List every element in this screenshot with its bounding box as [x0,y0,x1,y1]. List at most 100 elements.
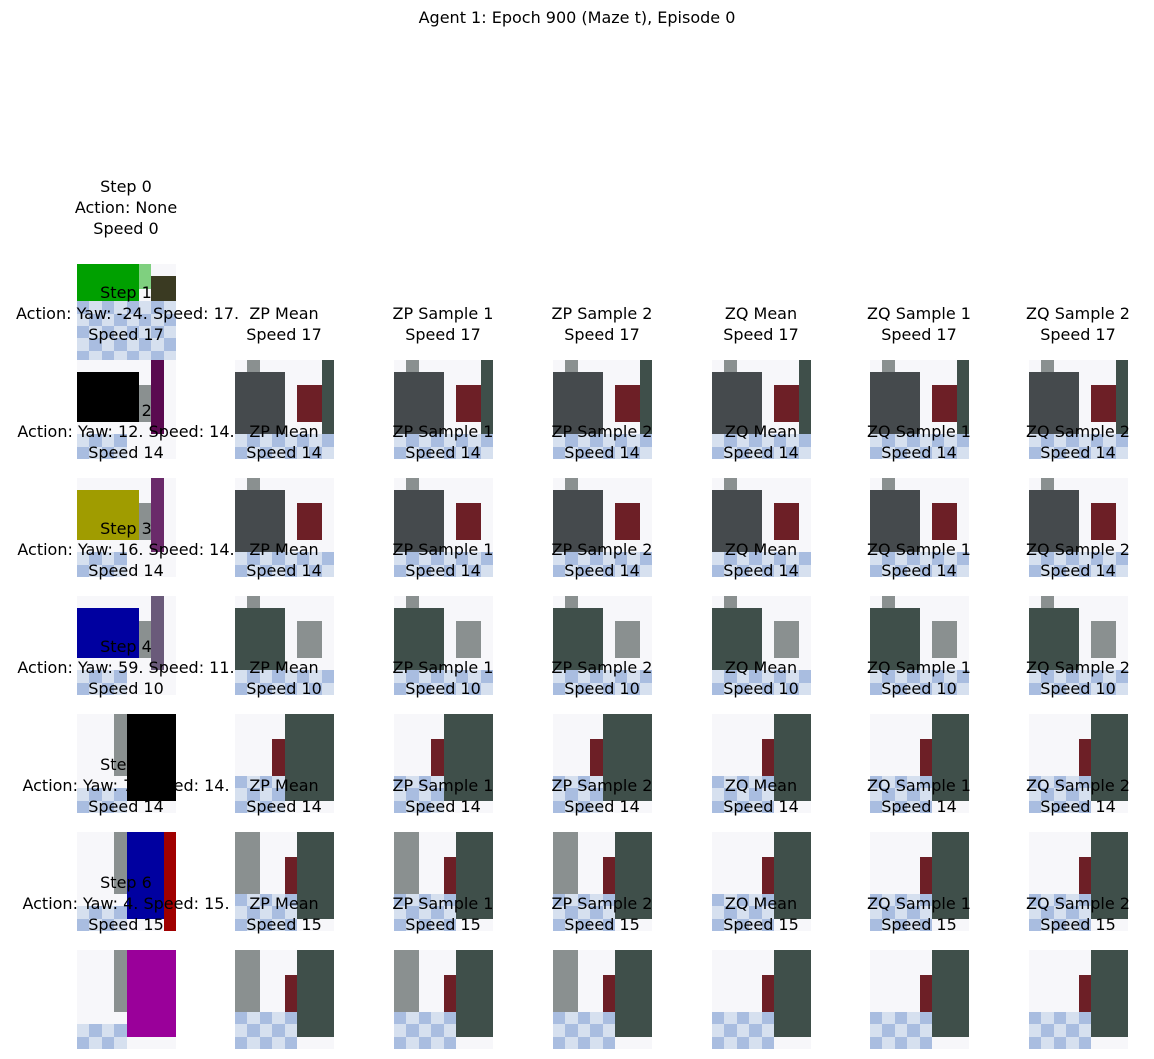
column-title: ZP Mean Speed 17 [204,303,364,345]
column-title: ZQ Sample 2 Speed 17 [998,303,1154,345]
column-title-speed: Speed 14 [1040,443,1116,462]
column-title-label: ZP Sample 1 [392,658,494,677]
column-title: ZQ Sample 2 Speed 14 [998,539,1154,581]
column-title-speed: Speed 17 [1040,325,1116,344]
reconstruction-tile [394,950,493,1049]
step-title-speed: Speed 15 [88,915,164,934]
column-title-speed: Speed 14 [723,561,799,580]
step-title-action: Action: Yaw: 12. Speed: 14. [17,422,235,441]
step-title-action: Action: Yaw: 59. Speed: 11. [17,658,235,677]
column-title-speed: Speed 17 [564,325,640,344]
reconstruction-tile [1029,950,1128,1049]
column-title-speed: Speed 10 [405,679,481,698]
step-title: Step 6 Action: Yaw: 4. Speed: 15. Speed 15 [16,873,236,935]
column-title: ZP Sample 2 Speed 14 [522,775,682,817]
column-title-speed: Speed 10 [1040,679,1116,698]
column-title-label: ZQ Mean [724,540,798,559]
column-title-label: ZP Sample 2 [551,658,653,677]
column-title: ZP Sample 1 Speed 14 [363,775,523,817]
column-title-label: ZQ Sample 1 [867,658,971,677]
column-title-speed: Speed 14 [405,443,481,462]
step-title-action: Action: Yaw: -24. Speed: 17. [16,304,240,323]
column-title: ZP Sample 1 Speed 10 [363,657,523,699]
column-title-label: ZP Mean [249,776,319,795]
column-title: ZQ Mean Speed 14 [681,421,841,463]
column-title-label: ZQ Sample 1 [867,894,971,913]
column-title: ZQ Sample 1 Speed 10 [839,657,999,699]
column-title-label: ZQ Sample 1 [867,422,971,441]
column-title-label: ZP Mean [249,304,319,323]
column-title-speed: Speed 14 [564,443,640,462]
step-title-action: Action: Yaw: 4. Speed: 15. [22,894,230,913]
column-title: ZP Mean Speed 14 [204,539,364,581]
column-title-label: ZP Sample 1 [392,304,494,323]
column-title: ZP Sample 2 Speed 14 [522,539,682,581]
column-title-speed: Speed 14 [564,797,640,816]
column-title: ZQ Mean Speed 14 [681,539,841,581]
step-title-speed: Speed 14 [88,443,164,462]
column-title: ZQ Sample 2 Speed 10 [998,657,1154,699]
column-title: ZQ Sample 2 Speed 14 [998,775,1154,817]
column-title: ZP Sample 1 Speed 14 [363,539,523,581]
column-title-label: ZP Mean [249,658,319,677]
step-title-speed: Speed 14 [88,561,164,580]
column-title: ZP Sample 2 Speed 14 [522,421,682,463]
step-title-action: Action: Yaw: 16. Speed: 14. [17,540,235,559]
column-title: ZQ Sample 2 Speed 14 [998,421,1154,463]
column-title-speed: Speed 15 [1040,915,1116,934]
step0-title-line: Speed 0 [93,219,159,238]
column-title: ZQ Sample 2 Speed 15 [998,893,1154,935]
step-title-step: Step 4 [100,637,152,656]
step-title: Step 1 Action: Yaw: -24. Speed: 17. Speed … [16,283,240,345]
column-title-speed: Speed 14 [723,797,799,816]
step0-title-line: Step 0 [100,177,152,196]
column-title-speed: Speed 14 [405,797,481,816]
column-title: ZP Sample 2 Speed 10 [522,657,682,699]
column-title-speed: Speed 14 [881,561,957,580]
column-title-label: ZQ Sample 1 [867,776,971,795]
column-title-speed: Speed 14 [723,443,799,462]
column-title-speed: Speed 14 [881,443,957,462]
column-title: ZQ Sample 1 Speed 14 [839,775,999,817]
column-title-label: ZQ Sample 1 [867,540,971,559]
column-title-speed: Speed 14 [564,561,640,580]
step0-title-line: Action: None [74,198,178,217]
step-title-step: Step 5 [100,755,152,774]
column-title-label: ZP Sample 1 [392,540,494,559]
column-title-speed: Speed 10 [881,679,957,698]
step0-title: Step 0 Action: None Speed 0 [26,176,226,239]
column-title: ZP Mean Speed 10 [204,657,364,699]
column-title-label: ZQ Mean [724,776,798,795]
column-title-speed: Speed 15 [405,915,481,934]
column-title-label: ZQ Sample 2 [1026,540,1130,559]
step-title-step: Step 3 [100,519,152,538]
column-title: ZP Mean Speed 14 [204,775,364,817]
column-title-label: ZQ Sample 1 [867,304,971,323]
column-title: ZP Sample 2 Speed 17 [522,303,682,345]
column-title-label: ZQ Sample 2 [1026,422,1130,441]
column-title-speed: Speed 10 [564,679,640,698]
column-title: ZQ Mean Speed 17 [681,303,841,345]
column-title-speed: Speed 17 [723,325,799,344]
reconstruction-tile [870,950,969,1049]
column-title-label: ZP Sample 2 [551,422,653,441]
column-title-speed: Speed 15 [723,915,799,934]
column-title: ZQ Mean Speed 15 [681,893,841,935]
column-title-label: ZP Mean [249,422,319,441]
column-title: ZP Sample 1 Speed 15 [363,893,523,935]
column-title-label: ZP Sample 2 [551,304,653,323]
column-title-label: ZQ Mean [724,658,798,677]
reconstruction-tile [712,950,811,1049]
figure-title: Agent 1: Epoch 900 (Maze t), Episode 0 [418,8,736,27]
column-title-label: ZP Sample 1 [392,776,494,795]
column-title: ZQ Mean Speed 14 [681,775,841,817]
column-title-label: ZQ Sample 2 [1026,658,1130,677]
column-title-speed: Speed 10 [246,679,322,698]
column-title-speed: Speed 15 [246,915,322,934]
column-title-label: ZP Sample 2 [551,540,653,559]
reconstruction-tile [235,950,334,1049]
column-title-speed: Speed 17 [246,325,322,344]
column-title-label: ZP Sample 2 [551,776,653,795]
step-title-step: Step 1 [100,283,152,302]
column-title-speed: Speed 14 [881,797,957,816]
